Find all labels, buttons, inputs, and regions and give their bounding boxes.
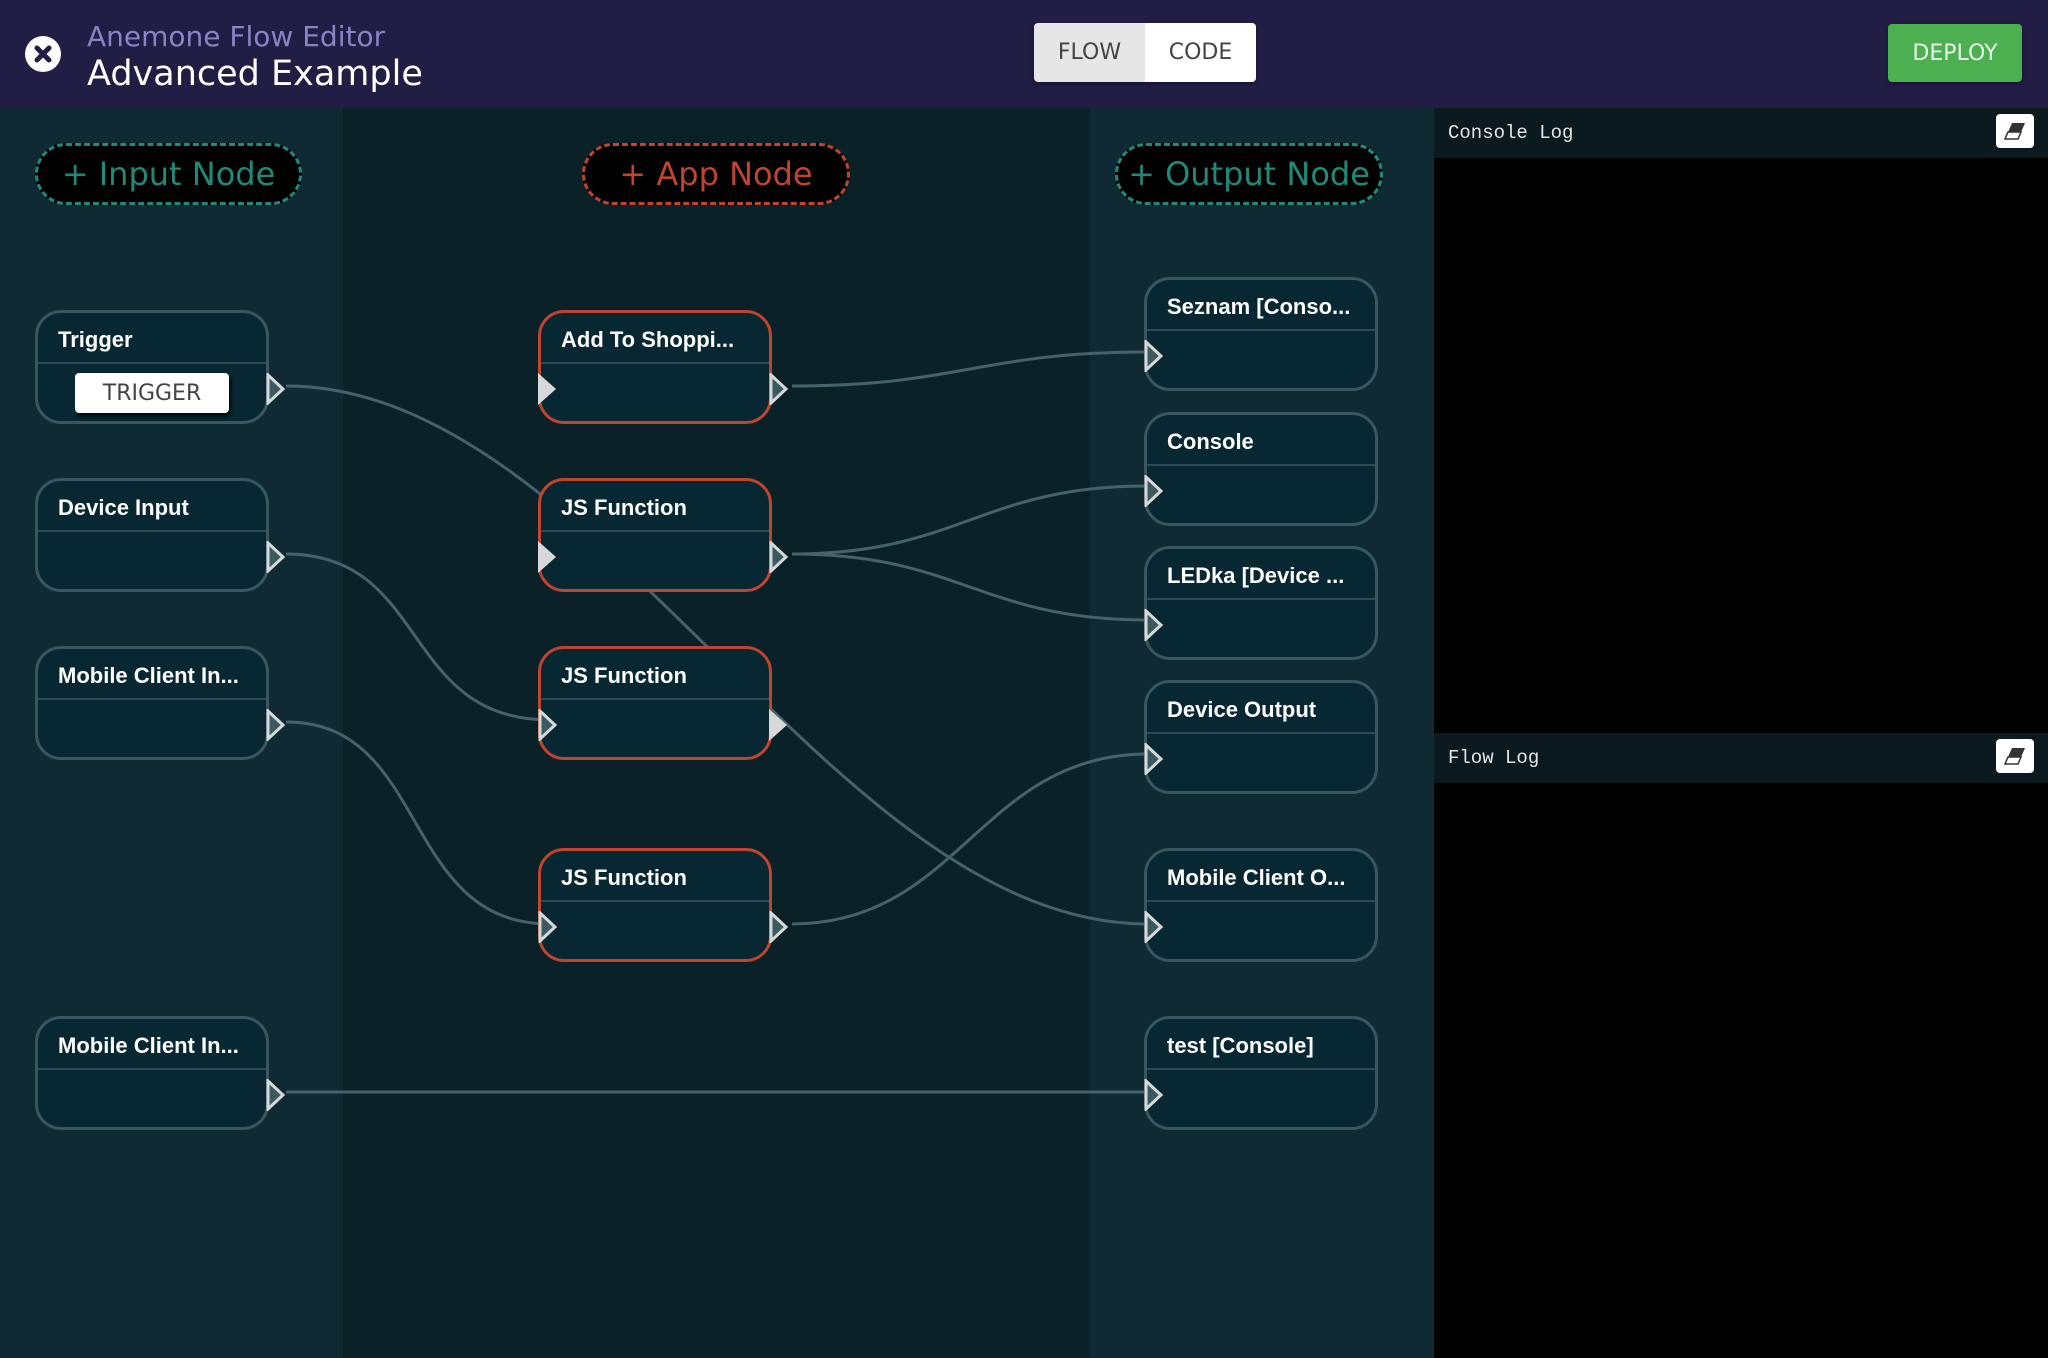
node-divider bbox=[541, 530, 769, 532]
flow-log-header: Flow Log bbox=[1434, 733, 2048, 783]
eraser-icon bbox=[2004, 748, 2025, 765]
node-divider bbox=[1147, 900, 1375, 902]
node-divider bbox=[38, 1068, 266, 1070]
output-port-icon[interactable] bbox=[769, 373, 789, 405]
node-title: Seznam [Conso... bbox=[1167, 294, 1351, 319]
node-title: JS Function bbox=[561, 663, 687, 688]
close-editor-button[interactable] bbox=[25, 36, 61, 72]
node-mobile-client-in-1[interactable]: Mobile Client In... bbox=[35, 646, 286, 760]
node-divider bbox=[1147, 329, 1375, 331]
add-input-node-button[interactable]: + Input Node bbox=[35, 143, 302, 205]
deploy-button[interactable]: DEPLOY bbox=[1888, 24, 2022, 82]
node-js-function-2[interactable]: JS Function bbox=[538, 646, 787, 760]
node-ledka-device[interactable]: LEDka [Device ... bbox=[1144, 546, 1378, 660]
input-port-icon[interactable] bbox=[1144, 743, 1164, 775]
console-log-header: Console Log bbox=[1434, 108, 2048, 158]
clear-console-log-button[interactable] bbox=[1996, 114, 2034, 148]
node-mobile-client-out[interactable]: Mobile Client O... bbox=[1144, 848, 1378, 962]
node-js-function-1[interactable]: JS Function bbox=[538, 478, 789, 592]
node-title: Mobile Client In... bbox=[58, 663, 239, 688]
eraser-icon bbox=[2004, 123, 2025, 140]
node-title: Mobile Client In... bbox=[58, 1033, 239, 1058]
input-port-icon[interactable] bbox=[1144, 911, 1164, 943]
trigger-button[interactable]: TRIGGER bbox=[75, 373, 229, 413]
node-device-input[interactable]: Device Input bbox=[35, 478, 286, 592]
close-icon bbox=[34, 45, 52, 63]
input-port-icon[interactable] bbox=[538, 541, 558, 573]
console-log-output bbox=[1434, 158, 2048, 733]
output-port-icon[interactable] bbox=[266, 1079, 286, 1111]
input-port-icon[interactable] bbox=[1144, 340, 1164, 372]
tab-code[interactable]: CODE bbox=[1145, 23, 1256, 82]
output-port-icon[interactable] bbox=[266, 541, 286, 573]
node-divider bbox=[38, 362, 266, 364]
node-mobile-client-in-2[interactable]: Mobile Client In... bbox=[35, 1016, 286, 1130]
node-title: Add To Shoppi... bbox=[561, 327, 735, 352]
input-port-icon[interactable] bbox=[1144, 475, 1164, 507]
node-divider bbox=[38, 530, 266, 532]
node-title: Device Input bbox=[58, 495, 189, 520]
node-divider bbox=[541, 698, 769, 700]
input-port-icon[interactable] bbox=[1144, 609, 1164, 641]
add-output-node-button[interactable]: + Output Node bbox=[1115, 143, 1383, 205]
node-trigger[interactable]: Trigger TRIGGER bbox=[35, 310, 286, 424]
add-app-node-button[interactable]: + App Node bbox=[582, 143, 850, 205]
node-title: test [Console] bbox=[1167, 1033, 1314, 1058]
output-port-icon[interactable] bbox=[266, 373, 286, 405]
node-console[interactable]: Console bbox=[1144, 412, 1378, 526]
node-divider bbox=[38, 698, 266, 700]
node-divider bbox=[541, 900, 769, 902]
node-title: Trigger bbox=[58, 327, 133, 352]
input-port-icon[interactable] bbox=[1144, 1079, 1164, 1111]
input-port-icon[interactable] bbox=[538, 373, 558, 405]
node-title: LEDka [Device ... bbox=[1167, 563, 1345, 588]
output-port-icon[interactable] bbox=[769, 709, 789, 741]
node-title: Mobile Client O... bbox=[1167, 865, 1346, 890]
node-js-function-3[interactable]: JS Function bbox=[538, 848, 789, 962]
node-divider bbox=[1147, 732, 1375, 734]
node-title: JS Function bbox=[561, 865, 687, 890]
flow-log-output bbox=[1434, 783, 2048, 1358]
node-divider bbox=[541, 362, 769, 364]
log-panel: Console Log Flow Log bbox=[1434, 108, 2048, 1358]
node-device-output[interactable]: Device Output bbox=[1144, 680, 1378, 794]
input-port-icon[interactable] bbox=[538, 911, 558, 943]
node-add-to-shopping[interactable]: Add To Shoppi... bbox=[538, 310, 789, 424]
node-title: Console bbox=[1167, 429, 1254, 454]
node-seznam-console[interactable]: Seznam [Conso... bbox=[1144, 277, 1378, 391]
tab-flow[interactable]: FLOW bbox=[1034, 23, 1145, 82]
node-divider bbox=[1147, 598, 1375, 600]
output-port-icon[interactable] bbox=[769, 911, 789, 943]
flow-log-label: Flow Log bbox=[1448, 747, 1540, 769]
node-title: Device Output bbox=[1167, 697, 1317, 722]
console-log-label: Console Log bbox=[1448, 122, 1574, 144]
node-title: JS Function bbox=[561, 495, 687, 520]
output-port-icon[interactable] bbox=[266, 709, 286, 741]
output-port-icon[interactable] bbox=[769, 541, 789, 573]
view-toggle: FLOW CODE bbox=[1034, 23, 1256, 82]
top-bar: Anemone Flow Editor Advanced Example FLO… bbox=[0, 0, 2048, 108]
node-divider bbox=[1147, 464, 1375, 466]
node-test-console[interactable]: test [Console] bbox=[1144, 1016, 1378, 1130]
node-divider bbox=[1147, 1068, 1375, 1070]
app-name: Anemone Flow Editor bbox=[87, 20, 386, 53]
clear-flow-log-button[interactable] bbox=[1996, 739, 2034, 773]
input-port-icon[interactable] bbox=[538, 709, 558, 741]
flow-title: Advanced Example bbox=[87, 54, 423, 94]
